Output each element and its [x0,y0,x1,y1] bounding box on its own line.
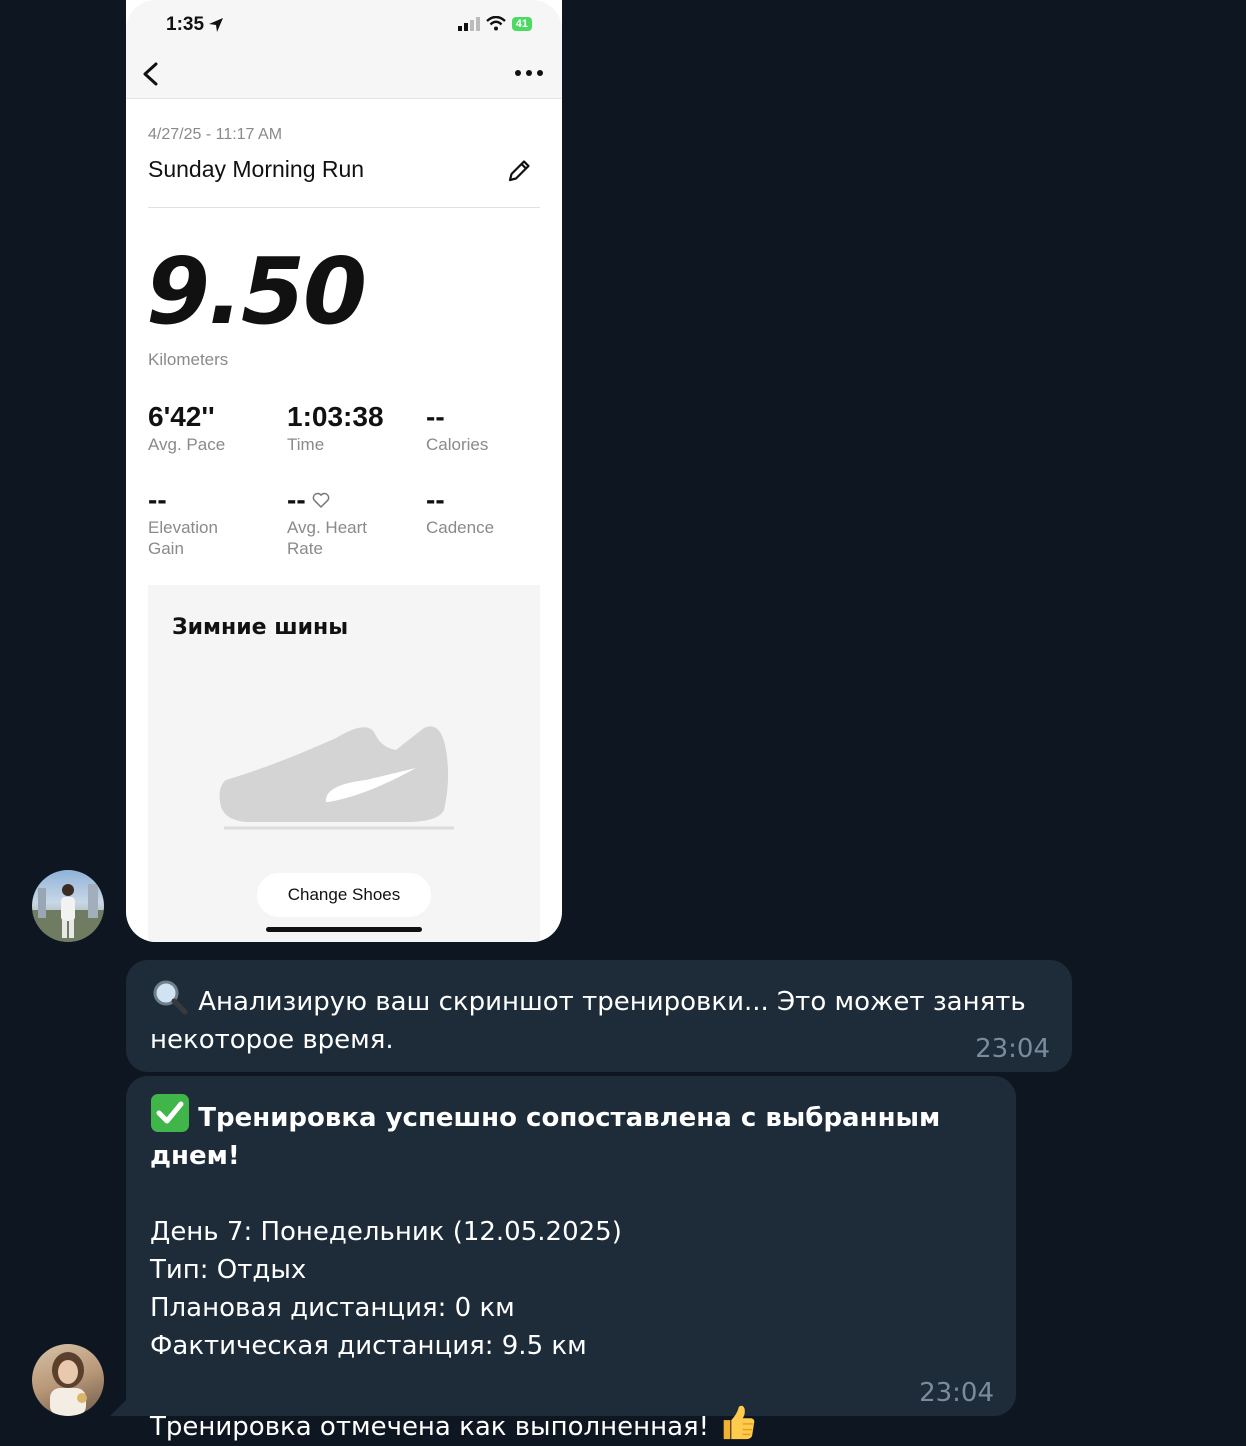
stat-label: Elevation Gain [148,518,218,558]
stat-value: -- [287,484,306,515]
result-line-actual: Фактическая дистанция: 9.5 км [150,1331,587,1361]
message-time: 23:04 [975,1034,1050,1064]
result-line-type: Тип: Отдых [150,1255,307,1285]
result-line-day: День 7: Понедельник (12.05.2025) [150,1217,622,1247]
stat-avg-heart-rate: -- Avg. Heart Rate [287,483,397,559]
magnifier-icon [153,980,188,1015]
stat-label: Time [287,435,325,454]
more-options-icon[interactable] [512,62,546,84]
status-bar-time: 1:35 [166,14,224,36]
stat-label: Calories [426,435,489,454]
stat-calories: -- Calories [426,400,556,455]
stat-cadence: -- Cadence [426,483,556,538]
battery-icon: 41 [511,16,532,31]
stat-value: 1:03:38 [287,401,384,432]
run-date: 4/27/25 - 11:17 AM [148,126,283,143]
stat-value: 6'42'' [148,401,215,432]
header-divider [148,207,540,208]
result-line-planned: Плановая дистанция: 0 км [150,1293,515,1323]
message-text-row: Анализирую ваш скриншот тренировки... Эт… [150,978,1030,1059]
workout-screenshot[interactable]: 1:35 41 4/27/25 - 11:17 AM Sunday Mornin… [126,0,562,942]
stat-value: -- [148,484,167,515]
shoe-icon [219,726,454,830]
thumbs-up-icon [724,1405,755,1440]
stat-label: Cadence [426,518,495,537]
stat-elevation-gain: -- Elevation Gain [148,483,258,559]
stat-avg-pace: 6'42'' Avg. Pace [148,400,278,455]
edit-pencil-icon[interactable] [504,156,534,186]
message-time: 23:04 [919,1378,994,1408]
shoe-name: Зимние шины [172,615,349,640]
stat-label: Avg. Heart Rate [287,518,368,558]
distance-value: 9.50 [146,238,367,345]
status-message-bubble[interactable]: Анализирую ваш скриншот тренировки... Эт… [126,960,1072,1072]
shoe-card: Зимние шины Change Shoes [148,585,540,942]
status-bar-icons: 41 [457,16,532,31]
signal-icon [457,16,480,31]
wifi-icon [485,16,506,31]
home-indicator [266,927,422,932]
back-chevron-icon[interactable] [136,60,166,88]
stat-value: -- [426,484,445,515]
check-mark-icon [151,1094,189,1132]
stat-time: 1:03:38 Time [287,400,417,455]
stat-value: -- [426,401,445,432]
bot-avatar[interactable] [32,1344,104,1416]
heart-icon [312,492,329,508]
user-photo [32,884,104,942]
user-avatar[interactable] [32,870,104,942]
result-message-bubble[interactable]: Тренировка успешно сопоставлена с выбран… [126,1076,1016,1442]
stat-value-row: -- [287,483,397,517]
bot-photo [50,1352,87,1416]
status-time-text: 1:35 [166,14,205,35]
change-shoes-button[interactable]: Change Shoes [257,873,431,917]
distance-unit: Kilometers [148,350,229,369]
result-headline: Тренировка успешно сопоставлена с выбран… [150,1103,950,1171]
run-title: Sunday Morning Run [148,156,365,182]
stat-label: Avg. Pace [148,435,226,454]
result-footer: Тренировка отмечена как выполненная! [150,1412,710,1442]
location-arrow-icon [209,18,224,32]
message-text: Анализирую ваш скриншот тренировки... Эт… [150,987,1034,1055]
message-body: Тренировка успешно сопоставлена с выбран… [150,1094,1010,1446]
